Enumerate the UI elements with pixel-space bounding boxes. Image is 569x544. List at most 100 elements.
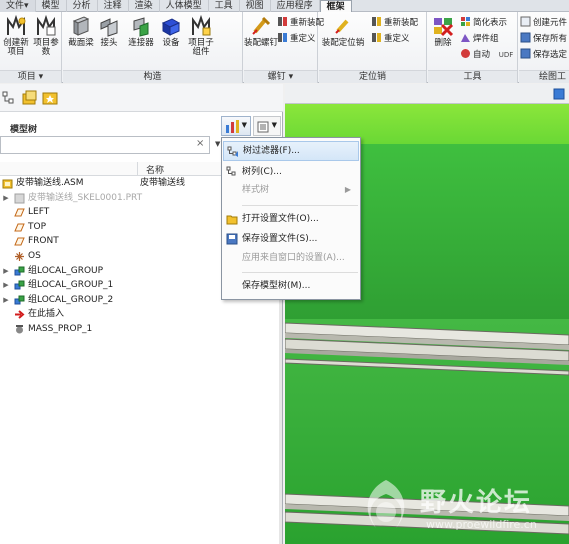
- settings-dropdown-button[interactable]: ▼: [221, 116, 251, 136]
- assemble-dowel-button[interactable]: 装配定位销: [321, 15, 365, 48]
- create-new-project-label: 创建新项目: [3, 38, 29, 57]
- tab-analysis[interactable]: 分析: [67, 0, 98, 12]
- menu-item-open-settings[interactable]: 打开设置文件(O)...: [223, 209, 359, 229]
- expand-arrow-icon[interactable]: ▶: [2, 278, 10, 292]
- menu-item-tree-filter[interactable]: 树过滤器(F)...: [223, 141, 359, 161]
- weldment-icon: [461, 34, 470, 42]
- group-tools-title: 工具: [428, 70, 517, 83]
- menu-item-style-tree: 样式树 ▶: [223, 180, 359, 200]
- delete-icon: [434, 18, 454, 37]
- favorites-tab-icon[interactable]: [42, 90, 58, 106]
- screw-redefine-button[interactable]: 重定义: [277, 32, 316, 44]
- dowel-icon: [335, 19, 349, 34]
- ribbon: 创建新项目 项目参数 项目 ▾ 截面梁 接头 连接器 设备 项目子组件 构造 装…: [0, 12, 569, 83]
- tab-framework[interactable]: 框架: [319, 0, 352, 12]
- create-component-icon: [520, 16, 531, 27]
- menu-item-save-model-tree-label: 保存模型树(M)...: [242, 281, 311, 291]
- auto-udf-button[interactable]: 自动 UDF: [460, 48, 513, 60]
- group-tools: 删除 简化表示 焊件组 自动 UDF 工具: [428, 12, 518, 83]
- group-icon: [14, 295, 25, 305]
- menu-separator-2: [242, 272, 358, 273]
- assemble-screw-button[interactable]: 装配螺钉: [244, 15, 278, 48]
- joint-button[interactable]: 接头: [93, 15, 125, 48]
- clear-search-icon[interactable]: ×: [196, 138, 204, 149]
- save-selected-icon: [520, 48, 531, 59]
- menu-item-tree-columns[interactable]: 树列(C)...: [223, 162, 359, 182]
- tree-settings-icon: [226, 120, 239, 133]
- connector-button[interactable]: 连接器: [125, 15, 157, 48]
- group-icon: [14, 280, 25, 290]
- tab-render[interactable]: 渲染: [129, 0, 160, 12]
- tab-annotate[interactable]: 注释: [98, 0, 129, 12]
- save-all-label: 保存所有: [533, 34, 568, 44]
- conveyor-rail-upper: [285, 322, 569, 376]
- simplified-rep-icon: [461, 17, 470, 26]
- tree-row-label: FRONT: [28, 236, 59, 247]
- datum-plane-icon: [14, 237, 25, 246]
- tab-tools[interactable]: 工具: [209, 0, 240, 12]
- screw-reassemble-button[interactable]: 重新装配: [277, 16, 324, 28]
- tab-file[interactable]: 文件▾: [0, 0, 36, 12]
- watermark: 野火论坛 www.proewildfire.cn: [356, 474, 569, 544]
- weldment-group-button[interactable]: 焊件组: [460, 32, 499, 44]
- navigator-tabs: [0, 84, 283, 112]
- column-name-header[interactable]: 名称: [146, 163, 164, 176]
- assembly-icon: [2, 179, 13, 189]
- expand-arrow-icon[interactable]: ▶: [2, 293, 10, 307]
- view-icon[interactable]: [553, 88, 565, 100]
- menu-item-save-model-tree[interactable]: 保存模型树(M)...: [223, 276, 359, 296]
- expand-arrow-icon[interactable]: ▶: [2, 191, 10, 205]
- save-selected-button[interactable]: 保存选定: [520, 48, 567, 60]
- tab-manikin[interactable]: 人体模型: [160, 0, 209, 12]
- tab-applications[interactable]: 应用程序: [271, 0, 320, 12]
- group-project-title: 项目 ▾: [0, 70, 61, 83]
- tree-row-name-value: 皮带输送线: [140, 178, 186, 188]
- expand-arrow-icon[interactable]: ▶: [2, 264, 10, 278]
- simplified-rep-label: 简化表示: [473, 18, 508, 28]
- datum-plane-icon: [14, 208, 25, 217]
- group-dowel: 装配定位销 重新装配 重定义 定位销: [319, 12, 427, 83]
- dowel-redefine-button[interactable]: 重定义: [371, 32, 410, 44]
- tab-view[interactable]: 视图: [240, 0, 271, 12]
- tree-row[interactable]: MASS_PROP_1: [0, 322, 283, 336]
- auto-icon: [461, 49, 470, 58]
- tab-model[interactable]: 模型: [36, 0, 67, 12]
- dowel-reassemble-button[interactable]: 重新装配: [371, 16, 418, 28]
- group-dowel-title: 定位销: [319, 70, 426, 83]
- group-icon: [14, 266, 25, 276]
- create-new-project-button[interactable]: 创建新项目: [0, 15, 32, 57]
- section-beam-icon: [72, 16, 90, 36]
- screw-icon: [252, 16, 271, 35]
- model-tree-tab-icon[interactable]: [2, 90, 18, 106]
- project-subassembly-button[interactable]: 项目子组件: [185, 15, 217, 57]
- project-parameters-button[interactable]: 项目参数: [30, 15, 62, 57]
- search-dropdown-icon[interactable]: ▼: [215, 140, 220, 148]
- dowel-reassemble-icon: [372, 17, 381, 26]
- create-component-label: 创建元件: [533, 18, 568, 28]
- group-drawing-tools-title: 绘图工: [519, 70, 569, 83]
- simplified-rep-button[interactable]: 简化表示: [460, 16, 507, 28]
- tree-row-label: MASS_PROP_1: [28, 324, 93, 334]
- device-button[interactable]: 设备: [155, 15, 187, 48]
- create-component-button[interactable]: 创建元件: [520, 16, 567, 28]
- settings-context-menu: 树过滤器(F)... 树列(C)... 样式树 ▶ 打开设置文件(O)... 保…: [221, 137, 361, 300]
- show-dropdown-button[interactable]: ▼: [253, 116, 281, 136]
- group-project: 创建新项目 项目参数 项目 ▾: [0, 12, 62, 83]
- watermark-logo-icon: [367, 480, 405, 528]
- coordinate-system-icon: [15, 252, 24, 261]
- delete-label: 删除: [434, 38, 452, 48]
- save-selected-label: 保存选定: [533, 50, 568, 60]
- device-icon: [161, 18, 181, 36]
- project-parameters-icon: [37, 15, 56, 36]
- tree-row-label: 皮带输送线.ASM: [16, 178, 84, 188]
- delete-button[interactable]: 删除: [428, 15, 458, 48]
- folder-browser-tab-icon[interactable]: [22, 90, 38, 106]
- tree-row[interactable]: 在此插入: [0, 307, 283, 321]
- tree-search-input[interactable]: [0, 136, 210, 154]
- menu-item-save-settings[interactable]: 保存设置文件(S)...: [223, 229, 359, 249]
- model-tree-title: 模型树: [10, 125, 38, 135]
- section-beam-label: 截面梁: [68, 38, 94, 48]
- save-all-button[interactable]: 保存所有: [520, 32, 567, 44]
- tree-row-label: 组LOCAL_GROUP: [28, 265, 104, 276]
- group-screw-title: 螺钉 ▾: [244, 70, 317, 83]
